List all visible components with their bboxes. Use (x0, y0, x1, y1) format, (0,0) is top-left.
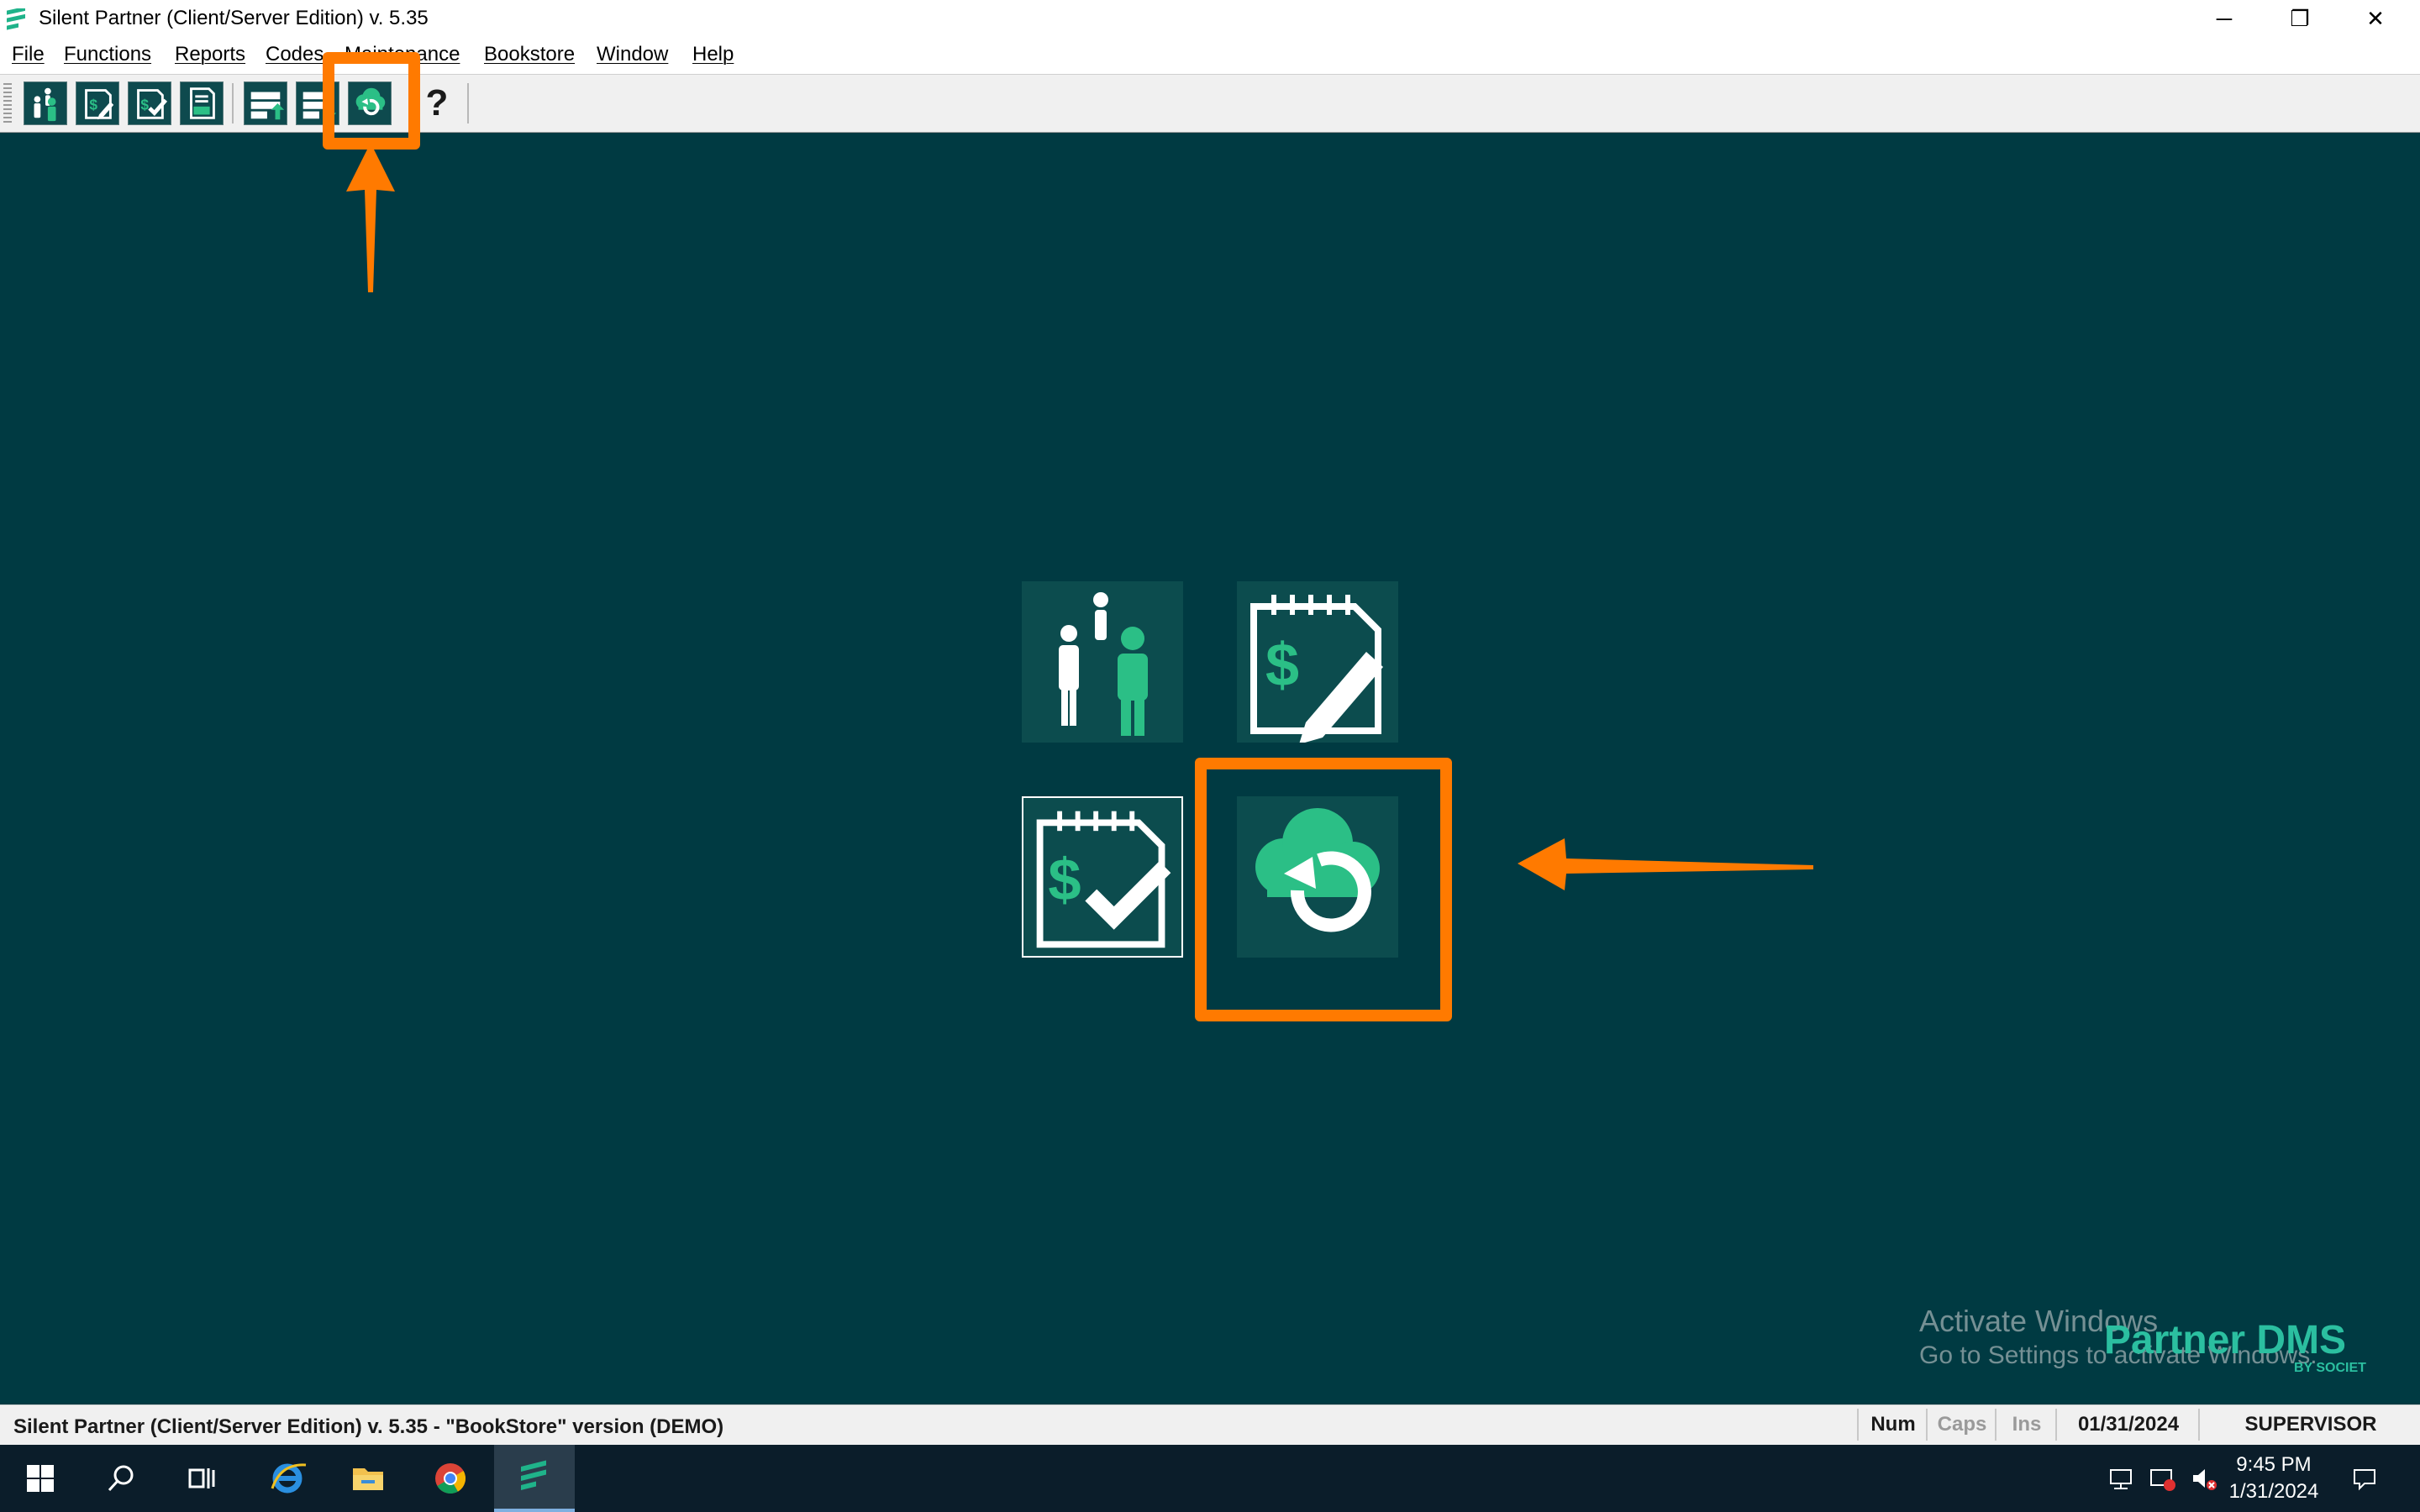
window-title: Silent Partner (Client/Server Edition) v… (39, 7, 429, 29)
invoice-edit-icon: $ (1250, 595, 1383, 744)
security-warning-icon[interactable] (2148, 1463, 2178, 1494)
task-view-icon (188, 1468, 215, 1488)
server-upload-icon (250, 92, 285, 120)
menu-reports[interactable]: Reports (175, 43, 245, 66)
toolbar: $ $ ? (0, 74, 2420, 134)
tax-document-icon (190, 87, 215, 119)
status-ins: Ins (1995, 1409, 2057, 1441)
start-button[interactable] (0, 1445, 81, 1512)
menu-bar: File Functions Reports Codes Maintenance… (0, 37, 2420, 74)
tile-customers[interactable] (1022, 581, 1183, 743)
menu-window[interactable]: Window (597, 43, 668, 66)
clock-time: 9:45 PM (2236, 1453, 2312, 1476)
brand-subtitle: BY SOCIET (2294, 1361, 2366, 1375)
network-icon[interactable] (2106, 1463, 2136, 1494)
tile-invoice-check[interactable]: $ (1022, 796, 1183, 958)
menu-codes[interactable]: Codes (266, 43, 324, 66)
toolbar-tax-button[interactable] (180, 81, 224, 125)
cloud-sync-icon (1255, 808, 1380, 932)
invoice-edit-icon: $ (85, 89, 114, 120)
toolbar-cloud-sync-button[interactable] (348, 81, 392, 125)
minimize-button[interactable]: ─ (2186, 0, 2262, 37)
task-view-button[interactable] (161, 1445, 242, 1512)
status-bar: Silent Partner (Client/Server Edition) v… (0, 1404, 2420, 1446)
server-download-icon (302, 92, 337, 120)
taskbar: 9:45 PM 1/31/2024 (0, 1445, 2420, 1512)
customers-icon (1059, 592, 1148, 736)
close-button[interactable]: ✕ (2338, 0, 2413, 37)
toolbar-separator (467, 83, 469, 123)
toolbar-grip[interactable] (3, 83, 12, 123)
svg-text:$: $ (140, 97, 149, 113)
system-clock[interactable]: 9:45 PM 1/31/2024 (2225, 1452, 2323, 1505)
status-num: Num (1857, 1409, 1928, 1441)
invoice-check-icon: $ (137, 89, 168, 119)
notifications-icon[interactable] (2349, 1463, 2380, 1494)
folder-icon (353, 1468, 383, 1490)
toolbar-help-button[interactable]: ? (415, 81, 459, 125)
toolbar-server-upload-button[interactable] (244, 81, 287, 125)
title-bar: Silent Partner (Client/Server Edition) v… (0, 0, 2420, 37)
toolbar-separator (232, 83, 234, 123)
app-logo-icon (7, 8, 25, 30)
status-text: Silent Partner (Client/Server Edition) v… (13, 1415, 724, 1438)
help-icon: ? (425, 82, 449, 123)
chrome-icon (435, 1463, 466, 1494)
taskbar-internet-explorer[interactable] (247, 1445, 328, 1512)
taskbar-file-explorer[interactable] (328, 1445, 408, 1512)
status-date: 01/31/2024 (2055, 1409, 2200, 1441)
cloud-sync-icon (355, 87, 386, 116)
taskbar-chrome[interactable] (410, 1445, 491, 1512)
menu-file[interactable]: File (12, 43, 45, 66)
internet-explorer-icon (271, 1463, 307, 1494)
svg-text:$: $ (1048, 846, 1081, 912)
status-caps: Caps (1926, 1409, 1996, 1441)
taskbar-silent-partner[interactable] (494, 1445, 575, 1512)
main-workspace: $ $ (0, 133, 2420, 1404)
menu-functions[interactable]: Functions (64, 43, 151, 66)
toolbar-invoice-check-button[interactable]: $ (128, 81, 171, 125)
svg-text:$: $ (89, 97, 97, 113)
speaker-muted-icon[interactable] (2188, 1463, 2218, 1494)
brand-name: Partner DMS (2104, 1318, 2347, 1362)
invoice-check-icon: $ (1036, 811, 1171, 948)
restore-button[interactable]: ❐ (2262, 0, 2338, 37)
taskbar-search-button[interactable] (81, 1445, 161, 1512)
status-user: SUPERVISOR (2198, 1409, 2420, 1441)
menu-maintenance[interactable]: Maintenance (345, 43, 460, 66)
toolbar-server-download-button[interactable] (296, 81, 339, 125)
toolbar-customers-button[interactable] (24, 81, 67, 125)
search-icon (108, 1465, 134, 1492)
clock-date: 1/31/2024 (2228, 1480, 2319, 1503)
tile-cloud-sync[interactable] (1237, 796, 1398, 958)
toolbar-invoice-edit-button[interactable]: $ (76, 81, 119, 125)
menu-bookstore[interactable]: Bookstore (484, 43, 575, 66)
silent-partner-icon (521, 1460, 546, 1491)
customers-icon (34, 87, 56, 122)
menu-help[interactable]: Help (692, 43, 734, 66)
tile-invoice-edit[interactable]: $ (1237, 581, 1398, 744)
windows-logo-icon (27, 1465, 54, 1492)
svg-text:$: $ (1265, 632, 1299, 699)
